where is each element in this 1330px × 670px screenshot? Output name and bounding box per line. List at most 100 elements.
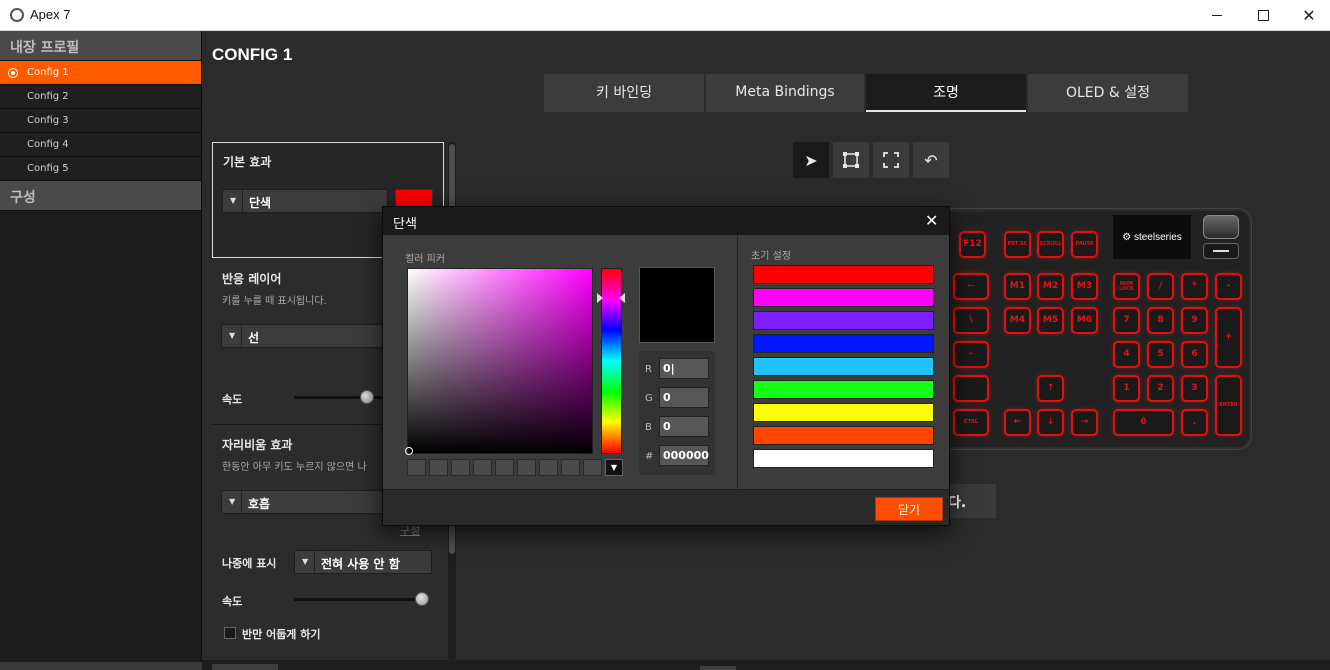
key-m2[interactable]: M2 [1037,273,1064,300]
select-tool-button[interactable]: ➤ [793,142,829,178]
key-down[interactable]: ↓ [1037,409,1064,436]
dropdown-arrow-icon: ▼ [229,331,236,340]
sidebar-scrollbar[interactable] [0,662,202,670]
recent-color-slot[interactable] [407,459,426,476]
hue-marker-left-icon[interactable] [597,293,603,303]
key-shift[interactable] [953,375,989,402]
key-num-plus[interactable]: + [1215,307,1242,368]
base-effect-dropdown[interactable]: ▼ 단색 [222,189,388,213]
key-m6[interactable]: M6 [1071,307,1098,334]
g-input[interactable]: 0 [659,387,709,408]
key-numlock[interactable]: NUM LOCK [1113,273,1140,300]
recent-color-slot[interactable] [495,459,514,476]
area-select-tool-button[interactable] [833,142,869,178]
preset-purple[interactable] [753,311,934,330]
sidebar-item-label: Config 2 [27,91,69,102]
recent-color-slot[interactable] [517,459,536,476]
r-input[interactable]: 0| [659,358,709,379]
volume-roller[interactable] [1203,215,1239,239]
undo-button[interactable]: ↶ [913,142,949,178]
show-later-dropdown[interactable]: ▼ 전혀 사용 안 함 [294,550,432,574]
hex-input[interactable]: 000000 [659,445,709,466]
preset-yellow[interactable] [753,403,934,422]
key-m4[interactable]: M4 [1004,307,1031,334]
key-num-dot[interactable]: . [1181,409,1208,436]
sidebar-item-config-2[interactable]: Config 2 [0,85,201,109]
key-num-star[interactable]: * [1181,273,1208,300]
preset-orange[interactable] [753,426,934,445]
sidebar-item-config-4[interactable]: Config 4 [0,133,201,157]
dialog-close-icon[interactable]: ✕ [925,211,938,230]
sidebar-item-config-1[interactable]: Config 1 [0,61,201,85]
mute-button[interactable] [1203,243,1239,259]
sidebar-item-config-5[interactable]: Config 5 [0,157,201,181]
sidebar-item-config-3[interactable]: Config 3 [0,109,201,133]
recent-color-slot[interactable] [451,459,470,476]
key-num-7[interactable]: 7 [1113,307,1140,334]
key-num-8[interactable]: 8 [1147,307,1174,334]
tab-oled-settings[interactable]: OLED & 설정 [1028,74,1188,112]
recent-color-slot[interactable] [473,459,492,476]
idle-speed-knob[interactable] [415,592,429,606]
preset-white[interactable] [753,449,934,468]
key-up[interactable]: ↑ [1037,375,1064,402]
dropdown-arrow-icon: ▼ [302,557,309,566]
tab-meta-bindings[interactable]: Meta Bindings [706,74,864,112]
key-num-enter[interactable]: ENTER [1215,375,1242,436]
key-num-slash[interactable]: / [1147,273,1174,300]
preset-blue[interactable] [753,334,934,353]
key-f12[interactable]: F12 [959,231,986,258]
key-m3[interactable]: M3 [1071,273,1098,300]
preset-magenta[interactable] [753,288,934,307]
preset-cyan[interactable] [753,357,934,376]
dim-half-checkbox[interactable] [224,627,236,639]
bottom-scrollbar[interactable] [202,660,1330,670]
select-all-button[interactable] [873,142,909,178]
key-scroll[interactable]: SCROLL [1037,231,1064,258]
sidebar-item-label: Config 5 [27,163,69,174]
key-num-2[interactable]: 2 [1147,375,1174,402]
configs-section-header[interactable]: 구성 [0,181,201,211]
tab-illumination[interactable]: 조명 [866,74,1026,112]
tab-key-bindings[interactable]: 키 바인딩 [544,74,704,112]
key-num-minus[interactable]: - [1215,273,1242,300]
reactive-layer-dropdown[interactable]: ▼ 선 [221,324,387,348]
key-num-0[interactable]: 0 [1113,409,1174,436]
key-ctrl[interactable]: CTRL [953,409,989,436]
key-m1[interactable]: M1 [1004,273,1031,300]
recent-colors-dropdown[interactable]: ▼ [605,459,623,476]
hue-marker-right-icon[interactable] [619,293,625,303]
close-dialog-button[interactable]: 닫기 [875,497,943,521]
sv-cursor[interactable] [405,447,413,455]
key-pause[interactable]: PAUSE [1071,231,1098,258]
key-enter[interactable]: ↵ [953,341,989,368]
b-input[interactable]: 0 [659,416,709,437]
key-num-9[interactable]: 9 [1181,307,1208,334]
key-prtsc[interactable]: PRT SC [1004,231,1031,258]
recent-color-slot[interactable] [561,459,580,476]
chevron-down-icon: ▼ [610,463,618,472]
key-num-5[interactable]: 5 [1147,341,1174,368]
recent-color-slot[interactable] [539,459,558,476]
sidebar-item-label: Config 1 [27,67,69,78]
key-backspace[interactable]: ⟵ [953,273,989,300]
saturation-value-picker[interactable] [407,268,593,454]
key-num-1[interactable]: 1 [1113,375,1140,402]
reactive-speed-knob[interactable] [360,390,374,404]
idle-effect-dropdown[interactable]: ▼ 호흡 [221,490,387,514]
recent-color-slot[interactable] [583,459,602,476]
preset-red[interactable] [753,265,934,284]
maximize-button[interactable] [1240,0,1286,31]
key-num-6[interactable]: 6 [1181,341,1208,368]
preset-green[interactable] [753,380,934,399]
key-backslash[interactable]: \ [953,307,989,334]
key-num-3[interactable]: 3 [1181,375,1208,402]
key-right[interactable]: → [1071,409,1098,436]
key-left[interactable]: ← [1004,409,1031,436]
minimize-button[interactable] [1194,0,1240,31]
close-window-button[interactable]: ✕ [1286,0,1330,31]
key-m5[interactable]: M5 [1037,307,1064,334]
idle-speed-track[interactable] [294,598,428,601]
recent-color-slot[interactable] [429,459,448,476]
key-num-4[interactable]: 4 [1113,341,1140,368]
